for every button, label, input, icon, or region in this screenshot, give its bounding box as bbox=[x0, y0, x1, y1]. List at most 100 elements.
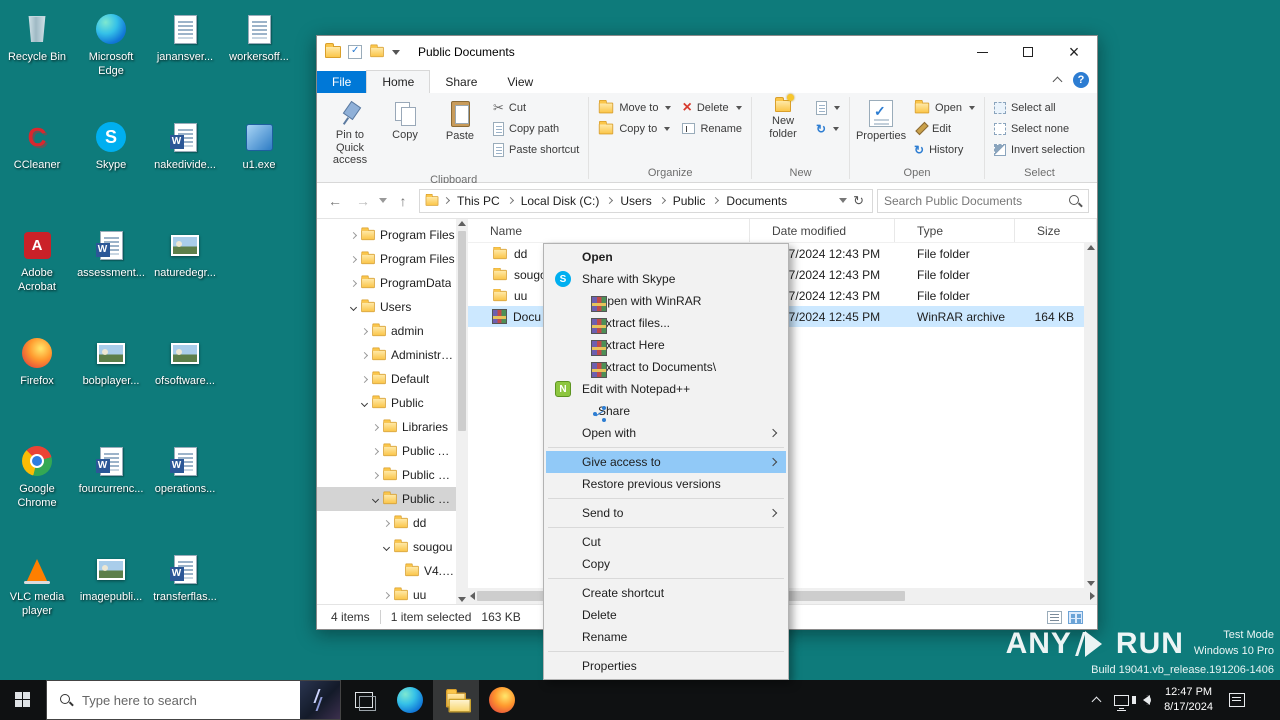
menu-item-open-with[interactable]: Open with bbox=[546, 422, 786, 444]
forward-button[interactable]: → bbox=[351, 189, 375, 213]
expanded-chevron-icon[interactable] bbox=[349, 303, 358, 311]
tree-item-public-desktop[interactable]: Public Des... bbox=[317, 463, 456, 487]
tree-item-v4680[interactable]: V4.6.80 bbox=[317, 559, 456, 583]
expanded-chevron-icon[interactable] bbox=[382, 543, 391, 551]
tab-share[interactable]: Share bbox=[430, 71, 492, 93]
help-icon[interactable] bbox=[1073, 72, 1089, 88]
menu-item-properties[interactable]: Properties bbox=[546, 655, 786, 677]
desktop-icon-google-chrome[interactable]: Google Chrome bbox=[0, 438, 74, 546]
desktop-icon-firefox[interactable]: Firefox bbox=[0, 330, 74, 438]
scroll-up-icon[interactable] bbox=[458, 221, 466, 226]
action-center-icon[interactable] bbox=[1229, 693, 1245, 707]
taskbar-firefox-button[interactable] bbox=[479, 680, 525, 720]
collapsed-chevron-icon[interactable] bbox=[382, 591, 391, 599]
tree-item-program-files[interactable]: Program Files bbox=[317, 223, 456, 247]
tree-item-public-account[interactable]: Public Acc... bbox=[317, 439, 456, 463]
open-button[interactable]: Open bbox=[909, 97, 980, 118]
scrollbar-thumb[interactable] bbox=[458, 231, 466, 431]
desktop-icon-operations[interactable]: operations... bbox=[148, 438, 222, 546]
desktop-icon-janansver[interactable]: janansver... bbox=[148, 6, 222, 114]
rename-button[interactable]: Rename bbox=[677, 118, 747, 139]
menu-item-extract-here[interactable]: Extract Here bbox=[546, 334, 786, 356]
menu-item-create-shortcut[interactable]: Create shortcut bbox=[546, 582, 786, 604]
desktop-icon-transferflas[interactable]: transferflas... bbox=[148, 546, 222, 654]
collapsed-chevron-icon[interactable] bbox=[349, 255, 358, 263]
large-icons-view-icon[interactable] bbox=[1068, 610, 1083, 624]
menu-item-edit-with-notepad-plus-plus[interactable]: Edit with Notepad++ bbox=[546, 378, 786, 400]
desktop-icon-ccleaner[interactable]: CCleaner bbox=[0, 114, 74, 222]
collapsed-chevron-icon[interactable] bbox=[349, 279, 358, 287]
menu-item-delete[interactable]: Delete bbox=[546, 604, 786, 626]
refresh-icon[interactable] bbox=[849, 193, 868, 209]
menu-item-share-with-skype[interactable]: Share with Skype bbox=[546, 268, 786, 290]
menu-item-open-with-winrar[interactable]: Open with WinRAR bbox=[546, 290, 786, 312]
desktop-icon-vlc[interactable]: VLC media player bbox=[0, 546, 74, 654]
taskbar-search-input[interactable] bbox=[82, 692, 291, 708]
copy-path-button[interactable]: Copy path bbox=[488, 118, 584, 139]
scroll-right-icon[interactable] bbox=[1090, 592, 1095, 600]
tree-item-default[interactable]: Default bbox=[317, 367, 456, 391]
tree-item-users[interactable]: Users bbox=[317, 295, 456, 319]
volume-icon[interactable] bbox=[1132, 695, 1152, 705]
start-button[interactable] bbox=[0, 680, 46, 720]
collapsed-chevron-icon[interactable] bbox=[371, 447, 380, 455]
desktop-icon-fourcurrenc[interactable]: fourcurrenc... bbox=[74, 438, 148, 546]
crumb-this-pc[interactable]: This PC bbox=[453, 192, 504, 210]
menu-item-send-to[interactable]: Send to bbox=[546, 502, 786, 524]
new-item-button[interactable] bbox=[811, 97, 845, 118]
tree-item-sougou[interactable]: sougou bbox=[317, 535, 456, 559]
menu-item-cut[interactable]: Cut bbox=[546, 531, 786, 553]
close-button[interactable] bbox=[1051, 36, 1097, 68]
pin-to-quick-access-button[interactable]: Pin to Quick access bbox=[323, 96, 377, 171]
menu-item-extract-to-documents[interactable]: Extract to Documents\ bbox=[546, 356, 786, 378]
tab-view[interactable]: View bbox=[492, 71, 548, 93]
properties-quick-icon[interactable] bbox=[348, 45, 362, 59]
taskbar-clock[interactable]: 12:47 PM 8/17/2024 bbox=[1164, 685, 1213, 716]
desktop-icon-microsoft-edge[interactable]: Microsoft Edge bbox=[74, 6, 148, 114]
scroll-up-icon[interactable] bbox=[1086, 245, 1095, 250]
menu-item-give-access-to[interactable]: Give access to bbox=[546, 451, 786, 473]
explorer-search-box[interactable] bbox=[877, 188, 1089, 213]
explorer-search-input[interactable] bbox=[884, 193, 1068, 208]
desktop-icon-adobe-acrobat[interactable]: Adobe Acrobat bbox=[0, 222, 74, 330]
tab-home[interactable]: Home bbox=[366, 70, 431, 93]
collapsed-chevron-icon[interactable] bbox=[349, 231, 358, 239]
tree-item-public-documents[interactable]: Public Doc... bbox=[317, 487, 456, 511]
maximize-button[interactable] bbox=[1005, 36, 1051, 68]
collapsed-chevron-icon[interactable] bbox=[382, 519, 391, 527]
copy-button[interactable]: Copy bbox=[378, 96, 432, 146]
collapsed-chevron-icon[interactable] bbox=[371, 471, 380, 479]
menu-item-open[interactable]: Open bbox=[546, 246, 786, 268]
desktop-icon-recycle-bin[interactable]: Recycle Bin bbox=[0, 6, 74, 114]
desktop-icon-naturedegr[interactable]: naturedegr... bbox=[148, 222, 222, 330]
collapsed-chevron-icon[interactable] bbox=[360, 375, 369, 383]
task-view-button[interactable] bbox=[341, 680, 387, 720]
invert-selection-button[interactable]: Invert selection bbox=[989, 139, 1090, 160]
collapsed-chevron-icon[interactable] bbox=[371, 423, 380, 431]
tree-item-admin[interactable]: admin bbox=[317, 319, 456, 343]
title-bar[interactable]: Public Documents bbox=[317, 36, 1097, 68]
column-header-type[interactable]: Type bbox=[895, 219, 1015, 242]
properties-button[interactable]: Properties bbox=[854, 96, 908, 147]
tab-file[interactable]: File bbox=[317, 71, 367, 93]
crumb-local-disk-c[interactable]: Local Disk (C:) bbox=[517, 192, 604, 210]
recent-locations-chevron-icon[interactable] bbox=[379, 198, 387, 203]
expanded-chevron-icon[interactable] bbox=[360, 399, 369, 407]
paste-button[interactable]: Paste bbox=[433, 96, 487, 147]
crumb-public[interactable]: Public bbox=[669, 192, 710, 210]
taskbar-search-box[interactable] bbox=[46, 680, 341, 720]
delete-button[interactable]: Delete bbox=[677, 97, 747, 118]
expanded-chevron-icon[interactable] bbox=[371, 495, 380, 503]
back-button[interactable]: ← bbox=[323, 189, 347, 213]
copy-to-button[interactable]: Copy to bbox=[593, 118, 676, 139]
desktop-icon-imagepubli[interactable]: imagepubli... bbox=[74, 546, 148, 654]
new-folder-button[interactable]: New folder bbox=[756, 94, 810, 144]
desktop-icon-assessment[interactable]: assessment... bbox=[74, 222, 148, 330]
menu-item-extract-files[interactable]: Extract files... bbox=[546, 312, 786, 334]
new-folder-quick-icon[interactable] bbox=[370, 44, 384, 58]
column-header-name[interactable]: Name bbox=[468, 219, 750, 242]
network-icon[interactable] bbox=[1114, 694, 1130, 709]
scroll-down-icon[interactable] bbox=[458, 597, 466, 602]
minimize-button[interactable] bbox=[959, 36, 1005, 68]
taskbar-file-explorer-button[interactable] bbox=[433, 680, 479, 720]
